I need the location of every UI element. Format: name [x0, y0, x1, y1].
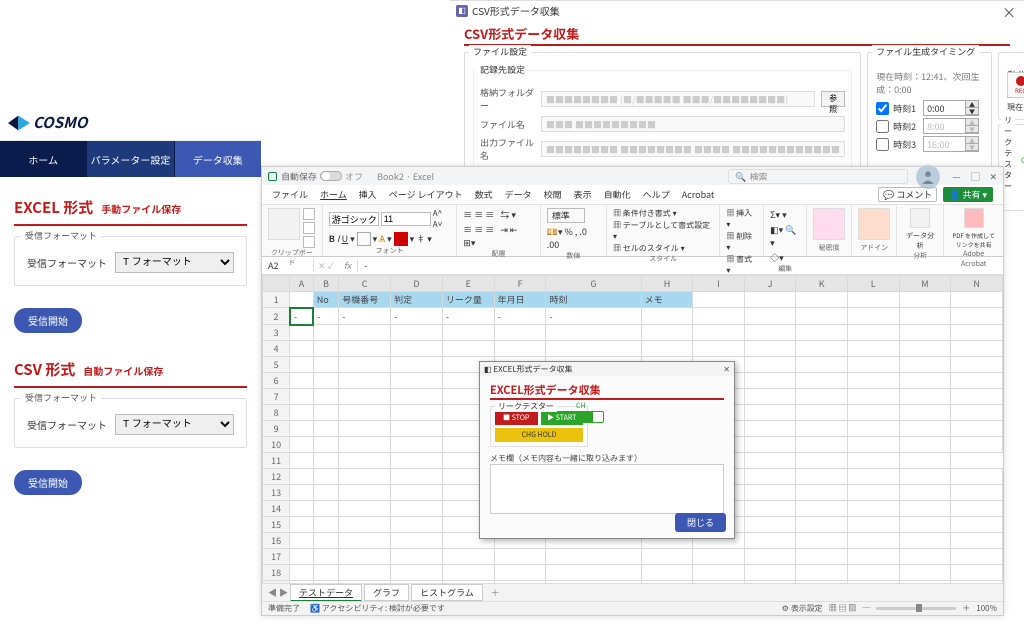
- sensitivity-icon[interactable]: [813, 208, 845, 240]
- csv-heading: CSV形式データ収集: [464, 24, 1010, 43]
- max-icon[interactable]: ▢: [970, 170, 979, 183]
- menu-home[interactable]: ホーム: [320, 188, 347, 201]
- name-box[interactable]: A2: [262, 259, 314, 272]
- menu-review[interactable]: 校閲: [544, 188, 562, 201]
- cond-format[interactable]: ▦ 条件付き書式 ▾: [613, 208, 677, 219]
- font-size[interactable]: [381, 212, 431, 226]
- menu-view[interactable]: 表示: [574, 188, 592, 201]
- font-name[interactable]: [329, 212, 379, 226]
- tab-home[interactable]: ホーム: [0, 141, 86, 177]
- time2-check[interactable]: [876, 120, 889, 133]
- menu-layout[interactable]: ページ レイアウト: [389, 188, 463, 201]
- folder-field: ■■■■■■■■ (■/■■■■■ ■■■/■■■■■■■■): [541, 91, 815, 107]
- search-input[interactable]: 🔍 検索: [728, 169, 908, 184]
- rec-button[interactable]: REC: [1007, 72, 1024, 98]
- dialog-heading: EXCEL形式データ収集: [490, 382, 724, 398]
- close-icon[interactable]: ✕: [989, 170, 997, 183]
- pdf-icon[interactable]: [964, 208, 984, 228]
- time1-check[interactable]: [876, 102, 889, 115]
- ribbon: クリップボード A^ A˅B I U ▾▾ Ѧ▾ ▾ ‡▾フォント ≡ ≡ ≡ …: [262, 205, 1003, 257]
- tab-parameter[interactable]: パラメーター設定: [86, 141, 174, 177]
- sheet-hist[interactable]: ヒストグラム: [411, 584, 483, 601]
- menu-insert[interactable]: 挿入: [359, 188, 377, 201]
- add-sheet-icon[interactable]: ＋: [485, 586, 506, 599]
- dialog-close-icon[interactable]: ✕: [723, 364, 730, 375]
- sheet-graph[interactable]: グラフ: [364, 584, 409, 601]
- dialog-icon: ◧: [484, 364, 492, 375]
- table-format[interactable]: ▦ テーブルとして書式設定 ▾: [613, 220, 713, 242]
- menu-formula[interactable]: 数式: [475, 188, 493, 201]
- ops-pane: 動作 REC ❚❚PAUSE ■STOP 現在の動作：記録中止: [998, 52, 1024, 120]
- paste-icon[interactable]: [268, 208, 300, 240]
- menu-help[interactable]: ヘルプ: [643, 188, 670, 201]
- menu-auto[interactable]: 自動化: [604, 188, 631, 201]
- format-painter-icon[interactable]: [303, 236, 315, 248]
- dlg-stop-button[interactable]: ■ STOP: [495, 411, 538, 425]
- share-button[interactable]: 👤 共有 ▾: [943, 187, 993, 202]
- autosave-toggle[interactable]: [320, 171, 342, 181]
- avatar[interactable]: [916, 165, 940, 189]
- csv-start-button[interactable]: 受信開始: [14, 470, 82, 495]
- memo-textarea[interactable]: [490, 464, 724, 514]
- excel-start-button[interactable]: 受信開始: [14, 308, 82, 333]
- app-icon: ◧: [456, 5, 468, 17]
- number-format[interactable]: 標準: [547, 208, 585, 223]
- copy-icon[interactable]: [303, 222, 315, 234]
- excel-section-title: EXCEL 形式手動ファイル保存: [14, 197, 247, 218]
- dlg-ch-toggle[interactable]: [576, 411, 604, 423]
- time3-check[interactable]: [876, 138, 889, 151]
- addin-icon[interactable]: [858, 208, 890, 240]
- tab-data[interactable]: データ収集: [175, 141, 261, 177]
- menu-data[interactable]: データ: [505, 188, 532, 201]
- menu-acrobat[interactable]: Acrobat: [682, 188, 715, 201]
- cut-icon[interactable]: [303, 208, 315, 220]
- dialog-close-button[interactable]: 閉じる: [675, 513, 726, 532]
- sheet-testdata[interactable]: テストデータ: [290, 584, 362, 602]
- min-icon[interactable]: —: [952, 170, 960, 183]
- cells-insert[interactable]: ▦ 挿入 ▾: [726, 208, 757, 230]
- spinner-down[interactable]: ▼: [966, 108, 978, 115]
- csv-section-title: CSV 形式自動ファイル保存: [14, 359, 247, 380]
- analysis-icon[interactable]: [910, 208, 930, 228]
- excel-dialog: ◧ EXCEL形式データ収集✕ EXCEL形式データ収集 リークテスター ■ S…: [479, 361, 735, 539]
- close-icon[interactable]: ×: [1002, 3, 1016, 23]
- filename-field: ■■■ ■■■■■■■■■: [541, 116, 845, 132]
- excel-format-select[interactable]: T フォーマット: [115, 252, 234, 273]
- cosmo-logo: COSMO: [0, 112, 95, 133]
- cosmo-panel: COSMO ホーム パラメーター設定 データ収集 EXCEL 形式手動ファイル保…: [0, 105, 261, 505]
- cells-delete[interactable]: ▦ 削除 ▾: [726, 231, 757, 253]
- browse-button[interactable]: 参照: [821, 91, 845, 107]
- csv-window: ◧CSV形式データ収集× CSV形式データ収集 ファイル設定 記録先設定 格納フ…: [450, 0, 1024, 162]
- excel-icon: [268, 172, 277, 181]
- menu-file[interactable]: ファイル: [272, 188, 308, 201]
- formula-bar[interactable]: -: [358, 259, 1003, 272]
- cell-style[interactable]: ▦ セルのスタイル ▾: [613, 243, 685, 254]
- comment-button[interactable]: 💬 コメント: [878, 187, 937, 202]
- csv-format-select[interactable]: T フォーマット: [115, 414, 234, 435]
- dlg-hold-button[interactable]: CHG HOLD: [495, 428, 583, 442]
- output-field: ■■■■■■■■ ■■■■■■■■ ■■■■ ■■■■■■■■■■■■: [541, 141, 845, 157]
